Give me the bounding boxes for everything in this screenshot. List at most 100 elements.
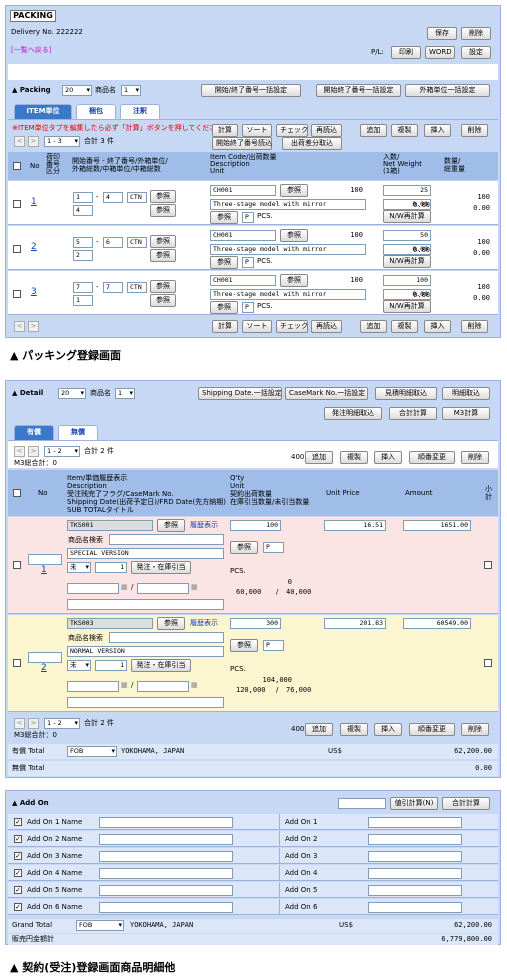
detail-count-select[interactable]: 20 [58,388,86,399]
detail-insert-button[interactable]: 挿入 [374,451,402,464]
detail-row-number-link[interactable]: 2 [41,664,47,673]
footer-reload-button[interactable]: 再読込 [311,320,342,333]
range-ref-2-button[interactable]: 参照 [150,294,176,307]
addon-input[interactable] [338,798,386,809]
range-ref-button[interactable]: 参照 [150,235,176,248]
addon-amount-field[interactable] [368,851,462,862]
detail-footer-page-select[interactable]: 1 - 2 [44,718,80,729]
delete-button[interactable]: 削除 [461,27,491,40]
unit-p-field[interactable]: P [242,302,254,313]
grand-term-select[interactable]: FOB [76,920,124,931]
add-button[interactable]: 追加 [360,124,387,137]
item-code-field[interactable]: CH001 [210,185,276,196]
detail-prev-page-icon[interactable]: < [14,446,25,457]
detail-unit-p-field[interactable]: P [263,542,284,553]
detail-page-select[interactable]: 1 - 2 [44,446,80,457]
detail-row-number-link[interactable]: 1 [41,566,47,575]
history-link[interactable]: 履歴表示 [190,619,218,628]
order-read-button[interactable]: 発注明細取込 [324,407,382,420]
addon-checkbox[interactable]: ✓ [14,852,22,860]
item-ref-button[interactable]: 参照 [157,617,185,630]
addon-amount-field[interactable] [368,885,462,896]
word-button[interactable]: WORD [425,46,455,59]
unit-field[interactable]: CTN [127,192,147,203]
detail-row-checkbox[interactable] [13,561,21,569]
footer-prev-page-icon[interactable]: < [14,321,25,332]
detail-footer-insert-button[interactable]: 挿入 [374,723,402,736]
detail-row-order-field[interactable] [28,554,62,565]
paid-term-select[interactable]: FOB [67,746,117,757]
detail-unit-p-field[interactable]: P [263,640,284,651]
detail-add-button[interactable]: 追加 [305,451,333,464]
frd-date-field[interactable] [137,681,189,692]
sort-button[interactable]: ソート [242,124,272,137]
addon-name-field[interactable] [99,851,233,862]
amount-field[interactable]: 60549.00 [403,618,471,629]
casemark-field[interactable]: 1 [95,562,127,573]
footer-check-button[interactable]: チェック [276,320,308,333]
tab-item-unit[interactable]: ITEM単位 [14,104,72,119]
bulk-casemark-button[interactable]: CaseMark No.一括設定 [285,387,368,400]
header-checkbox[interactable] [13,162,21,170]
unit-ref-button[interactable]: 参照 [210,256,238,269]
settings-button[interactable]: 設定 [461,46,491,59]
insert-button[interactable]: 挿入 [424,124,451,137]
item-code-field[interactable]: CH001 [210,230,276,241]
amount-field[interactable]: 1651.00 [403,520,471,531]
sub-count-field[interactable]: 2 [73,250,93,261]
detail-unit-ref-button[interactable]: 参照 [230,639,258,652]
addon-name-field[interactable] [99,885,233,896]
unit-p-field[interactable]: P [242,212,254,223]
unit-price-field[interactable]: 16.51 [324,520,386,531]
start-number-field[interactable]: 1 [73,192,93,203]
end-number-field[interactable]: 7 [103,282,123,293]
calendar-icon[interactable]: ▦ [121,681,128,690]
start-number-field[interactable]: 7 [73,282,93,293]
addon-amount-field[interactable] [368,817,462,828]
order-allocate-button[interactable]: 発注・在庫引当 [131,561,191,574]
unit-ref-button[interactable]: 参照 [210,211,238,224]
subtotal-title-field[interactable] [67,697,224,708]
version-field[interactable]: NORMAL VERSION [67,646,224,657]
start-number-field[interactable]: 5 [73,237,93,248]
tab-packaging[interactable]: 梱包 [76,104,116,119]
detail-footer-duplicate-button[interactable]: 複製 [340,723,368,736]
detail-header-checkbox[interactable] [13,489,21,497]
footer-next-page-icon[interactable]: > [28,321,39,332]
end-number-read-button[interactable]: 開始終了番号読込 [212,137,272,150]
reorder-button[interactable]: 順番変更 [409,451,455,464]
bulk-open-close-2-button[interactable]: 開始終了番号一括設定 [316,84,401,97]
item-ref-button[interactable]: 参照 [280,274,308,287]
unit-field[interactable]: CTN [127,237,147,248]
detail-qty-field[interactable]: 100 [230,520,281,531]
addon-name-field[interactable] [99,834,233,845]
print-button[interactable]: 印刷 [391,46,421,59]
calendar-icon[interactable]: ▦ [191,681,198,690]
detail-footer-add-button[interactable]: 追加 [305,723,333,736]
range-ref-button[interactable]: 参照 [150,190,176,203]
detail-footer-delete-button[interactable]: 削除 [461,723,489,736]
addon-name-field[interactable] [99,817,233,828]
prev-page-icon[interactable]: < [14,136,25,147]
order-allocate-button[interactable]: 発注・在庫引当 [131,659,191,672]
status-flag-select[interactable]: 未 [67,562,91,573]
row-checkbox[interactable] [13,245,21,253]
product-search-field[interactable] [109,534,224,545]
subtotal-checkbox[interactable] [484,561,492,569]
unit-ref-button[interactable]: 参照 [210,301,238,314]
bulk-ship-date-button[interactable]: Shipping Date.一括設定 [198,387,282,400]
version-field[interactable]: SPECIAL VERSION [67,548,224,559]
unit-p-field[interactable]: P [242,257,254,268]
addon-checkbox[interactable]: ✓ [14,886,22,894]
tab-free[interactable]: 無償 [58,425,98,440]
reload-button[interactable]: 再読込 [311,124,342,137]
frd-date-field[interactable] [137,583,189,594]
detail-product-select[interactable]: 1 [115,388,135,399]
row-number-link[interactable]: 2 [31,243,37,252]
addon-checkbox[interactable]: ✓ [14,869,22,877]
sub-count-field[interactable]: 4 [73,205,93,216]
detail-footer-prev-icon[interactable]: < [14,718,25,729]
addon-checkbox[interactable]: ✓ [14,818,22,826]
description-field[interactable]: Three-stage model with mirror [210,244,366,255]
row-checkbox[interactable] [13,200,21,208]
